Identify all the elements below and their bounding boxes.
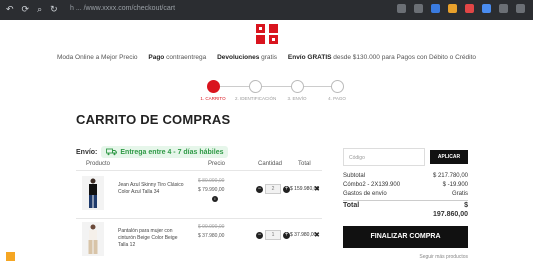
total-currency: $ — [464, 202, 468, 209]
table-row: Jean Azul Skinny Tiro Clásico Color Azul… — [76, 176, 322, 216]
table-row: Pantalón para mujer con cinturón Beige C… — [76, 222, 322, 262]
bookmark-icon[interactable] — [397, 4, 406, 13]
profile-icon[interactable] — [499, 4, 508, 13]
quantity-field[interactable]: 2 — [265, 184, 281, 194]
search-icon[interactable]: ⌕ — [37, 4, 42, 15]
product-image[interactable] — [82, 176, 104, 210]
discount-label: Cómbo2 - 2X139.900 — [343, 182, 401, 188]
quantity-stepper: − 2 + — [256, 184, 290, 194]
promo-text: Moda Online a Mejor Precio — [56, 54, 138, 61]
col-product: Producto — [86, 161, 111, 167]
plus-button[interactable]: + — [283, 231, 290, 239]
coupon-input[interactable]: Código — [343, 148, 425, 166]
menu-icon[interactable] — [516, 4, 525, 13]
shipping-label: Envío: — [76, 148, 98, 156]
col-total: Total — [298, 161, 311, 167]
step-cart: 1. CARRITO — [193, 80, 233, 101]
step-label: 3. ENVÍO — [287, 96, 307, 101]
promo-text: desde $130.000 para Pagos con Débito o C… — [333, 54, 477, 61]
step-label: 1. CARRITO — [200, 96, 226, 101]
shipping-row: Gastos de envío Gratis — [343, 191, 468, 197]
checkout-stepper: 1. CARRITO 2. IDENTIFICACIÓN 3. ENVÍO 4.… — [195, 80, 355, 102]
truck-icon — [106, 148, 118, 156]
extension-icon[interactable] — [465, 4, 474, 13]
new-price: $ 37.980,00 — [198, 233, 225, 239]
total-row: Total $ — [343, 202, 468, 209]
page-title: CARRITO DE COMPRAS — [76, 112, 231, 127]
shipping-info: Envío: Entrega entre 4 - 7 días hábiles — [76, 146, 229, 158]
old-price: $ 89.990,00 — [198, 178, 225, 184]
new-price: $ 79.990,00 — [198, 187, 225, 193]
divider — [343, 200, 468, 201]
promo-strip: Moda Online a Mejor Precio Pago contraen… — [0, 54, 533, 66]
step-label: 4. PAGO — [328, 96, 346, 101]
store-logo[interactable] — [254, 22, 280, 46]
promo-bold: Pago — [148, 54, 165, 61]
discount-row: Cómbo2 - 2X139.900 $ -19.900 — [343, 182, 468, 188]
promo-bold: Envío GRATIS — [287, 54, 332, 61]
product-image[interactable] — [82, 222, 104, 256]
extension-icon[interactable] — [448, 4, 457, 13]
shipping-cost-value: Gratis — [451, 191, 468, 197]
browser-nav: ↶ ⟳ ⌕ ↻ — [6, 4, 58, 15]
delivery-badge: Entrega entre 4 - 7 días hábiles — [101, 146, 229, 158]
step-dot — [330, 80, 344, 93]
extensions — [397, 4, 525, 13]
product-name[interactable]: Pantalón para mujer con cinturón Beige C… — [118, 228, 188, 249]
subtotal-row: Subtotal $ 217.780,00 — [343, 173, 468, 179]
row-total: $ 37.980,00 — [290, 232, 317, 238]
shipping-cost-label: Gastos de envío — [343, 191, 387, 197]
promo-bold: Devoluciones — [217, 54, 260, 61]
apply-coupon-button[interactable]: APLICAR — [430, 150, 468, 164]
step-label: 2. IDENTIFICACIÓN — [235, 96, 277, 101]
step-dot — [248, 80, 262, 93]
step-identification: 2. IDENTIFICACIÓN — [235, 80, 277, 101]
forward-icon[interactable]: ⟳ — [22, 4, 30, 15]
step-dot — [206, 80, 220, 93]
divider — [76, 170, 322, 171]
browser-toolbar: ↶ ⟳ ⌕ ↻ h ... /www.xxxx.com/checkout/car… — [0, 0, 533, 20]
col-qty: Cantidad — [258, 161, 283, 167]
extension-icon[interactable] — [482, 4, 491, 13]
continue-shopping-link[interactable]: Seguir más productos — [343, 254, 468, 260]
product-name[interactable]: Jean Azul Skinny Tiro Clásico Color Azul… — [118, 182, 188, 196]
promo-text: contraentrega — [166, 54, 207, 61]
chat-widget-icon[interactable] — [6, 252, 15, 261]
info-icon[interactable]: i — [212, 196, 218, 202]
remove-icon[interactable]: ✖ — [314, 185, 320, 193]
checkout-button[interactable]: FINALIZAR COMPRA — [343, 226, 468, 248]
remove-icon[interactable]: ✖ — [314, 231, 320, 239]
promo-text: gratis — [261, 54, 278, 61]
total-label: Total — [343, 202, 360, 209]
old-price: $ 99.990,00 — [198, 224, 225, 230]
divider — [76, 218, 322, 219]
minus-button[interactable]: − — [256, 185, 263, 193]
subtotal-label: Subtotal — [343, 173, 366, 179]
quantity-stepper: − 1 + — [256, 230, 290, 240]
plus-button[interactable]: + — [283, 185, 290, 193]
back-icon[interactable]: ↶ — [6, 4, 14, 15]
minus-button[interactable]: − — [256, 231, 263, 239]
delivery-text: Entrega entre 4 - 7 días hábiles — [120, 148, 224, 156]
step-shipping: 3. ENVÍO — [277, 80, 317, 101]
reload-icon[interactable]: ↻ — [50, 4, 58, 15]
step-dot — [290, 80, 304, 93]
subtotal-value: $ 217.780,00 — [432, 173, 468, 179]
col-price: Precio — [208, 161, 226, 167]
discount-value: $ -19.900 — [442, 182, 468, 188]
total-value: 197.860,00 — [432, 211, 468, 218]
address-bar[interactable]: h ... /www.xxxx.com/checkout/cart — [70, 5, 175, 12]
share-icon[interactable] — [414, 4, 423, 13]
step-payment: 4. PAGO — [317, 80, 357, 101]
extension-icon[interactable] — [431, 4, 440, 13]
quantity-field[interactable]: 1 — [265, 230, 281, 240]
